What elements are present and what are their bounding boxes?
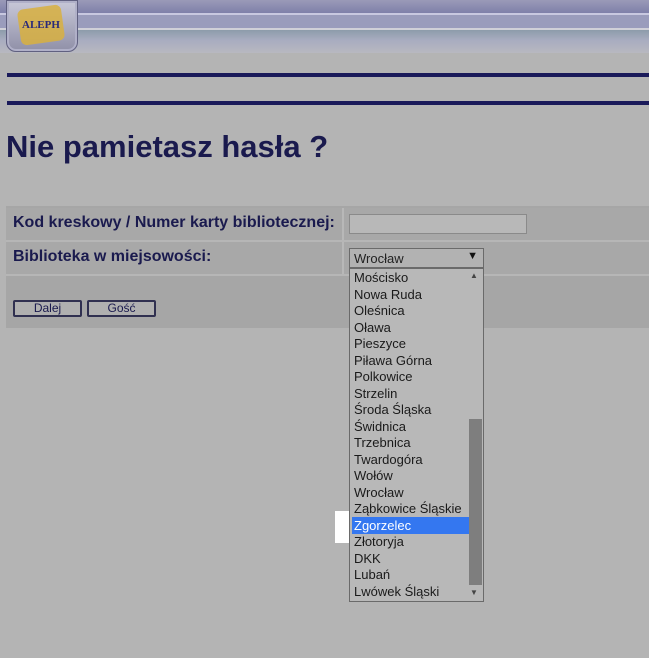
dropdown-option[interactable]: DKK xyxy=(354,550,468,567)
dropdown-option[interactable]: Pieszyce xyxy=(354,335,468,352)
barcode-label: Kod kreskowy / Numer karty bibliotecznej… xyxy=(13,214,335,231)
dropdown-option[interactable]: Świdnica xyxy=(354,418,468,435)
dropdown-option[interactable]: Złotoryja xyxy=(354,533,468,550)
dropdown-option[interactable]: Twardogóra xyxy=(354,451,468,468)
dropdown-option[interactable]: Oława xyxy=(354,319,468,336)
aleph-logo[interactable]: ALEPH xyxy=(6,0,78,52)
dropdown-option[interactable]: Mościsko xyxy=(354,269,468,286)
dropdown-option[interactable]: Ząbkowice Śląskie xyxy=(354,500,468,517)
page-title: Nie pamietasz hasła ? xyxy=(6,129,329,164)
dropdown-option[interactable]: Wołów xyxy=(354,467,468,484)
library-select[interactable]: Wrocław ▼ xyxy=(349,248,484,268)
dropdown-option[interactable]: Lwówek Śląski xyxy=(354,583,468,600)
logo-text: ALEPH xyxy=(22,19,60,31)
divider xyxy=(7,73,649,77)
dropdown-option[interactable]: Nowa Ruda xyxy=(354,286,468,303)
library-label: Biblioteka w miejsowości: xyxy=(13,248,212,265)
banner-stripe xyxy=(0,13,649,15)
dropdown-option[interactable]: Trzebnica xyxy=(354,434,468,451)
column-separator xyxy=(342,242,344,274)
dropdown-option[interactable]: Oleśnica xyxy=(354,302,468,319)
scroll-down-icon[interactable]: ▼ xyxy=(470,588,478,597)
dropdown-option[interactable]: Zgorzelec xyxy=(352,516,469,534)
divider xyxy=(7,101,649,105)
dropdown-option[interactable]: Piława Górna xyxy=(354,352,468,369)
banner-stripe xyxy=(0,28,649,30)
library-dropdown-list[interactable]: ▲ ▼ Mościsko Nowa Ruda Oleśnica Oława Pieszy… xyxy=(349,268,484,602)
dropdown-option[interactable]: Wrocław xyxy=(354,484,468,501)
column-separator xyxy=(342,208,344,240)
next-button[interactable]: Dalej xyxy=(13,300,82,317)
scroll-up-icon[interactable]: ▲ xyxy=(470,271,478,280)
dropdown-option[interactable]: Polkowice xyxy=(354,368,468,385)
chevron-down-icon: ▼ xyxy=(467,250,478,262)
library-select-value: Wrocław xyxy=(354,251,404,266)
form-row-library: Biblioteka w miejsowości: xyxy=(6,242,649,276)
scrollbar-thumb[interactable] xyxy=(469,419,482,585)
guest-button[interactable]: Gość xyxy=(87,300,156,317)
dropdown-option[interactable]: Środa Śląska xyxy=(354,401,468,418)
barcode-input[interactable] xyxy=(349,214,527,234)
header-banner: ALEPH xyxy=(0,0,649,53)
form-row-barcode: Kod kreskowy / Numer karty bibliotecznej… xyxy=(6,208,649,242)
dropdown-option[interactable]: Strzelin xyxy=(354,385,468,402)
dropdown-option[interactable]: Lubań xyxy=(354,566,468,583)
